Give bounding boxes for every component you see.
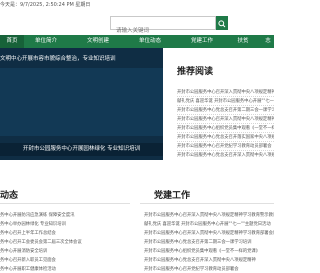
list-item[interactable]: 开封市公园服务中心召开党纪学习教育动员部署会 [144,266,274,272]
nav-item-label: 文明创建 [86,38,109,44]
divider [177,123,274,124]
list-item[interactable]: 开封市公园服务中心党总支召开第二期三会一课学习培训 [177,107,274,113]
recommended-title: 推荐阅读 [177,67,214,77]
list-item[interactable]: 务中心举办园林绿化 专业知识培训 [0,221,130,227]
nav-item-label: 志 [265,38,271,44]
list-item[interactable]: 务中心开展防汛应急演练 保障安全度汛 [0,212,130,218]
banner-slider[interactable]: 文明中心开展市容市貌综合整治，专业知识培训 开封市公园服务中心开展园林绿化 专业… [0,48,163,160]
list-item[interactable]: 开封市公园服务中心组织党员集中观看《一堂不一样的党课》 [144,248,274,254]
divider [177,114,274,115]
list-item[interactable]: 开封市公园服务中心召开深入贯彻中央八项规定精神学习教育部署会议 [177,116,274,122]
divider [140,203,274,204]
nav-item-home[interactable]: 首页 [0,35,24,48]
header [0,9,274,37]
divider [177,141,274,142]
list-item[interactable]: 开封市公园服务中心召开党纪学习教育动员部署会 [177,143,274,149]
list-item[interactable]: 献礼党庆 喜迎华诞 开封市公园服务中心开展""七一""主题党日活动 [177,98,274,104]
list-item[interactable]: 开封市公园服务中心召开深入贯彻中央八项规定精神学习教育部署会议 [144,230,274,236]
nav-item-volunteer[interactable]: 志 [262,35,274,48]
list-item[interactable]: 开封市公园服务中心召开深入贯彻中央八项规定精神学习教育警示教育会 [177,89,274,95]
list-item[interactable]: 开封市公园服务中心召开深入贯彻中央八项规定精神学习教育警示教育会 [144,212,274,218]
divider [177,150,274,151]
list-item[interactable]: 务中心召开新入职员工见面会 [0,257,130,263]
nav-item-about[interactable]: 单位简介 [28,35,64,48]
list-item[interactable]: 务中心开展职工健康体检活动 [0,266,130,272]
main-nav: 首页 单位简介 文明创建 单位动态 党建工作 扶贫 志 [0,35,274,48]
list-item[interactable]: 务中心召开工会委员会第二届三次全体会议 [0,239,130,245]
dynamics-title: 动态 [0,191,19,201]
nav-item-civilization[interactable]: 文明创建 [80,35,116,48]
list-item[interactable]: 务中心开展消防安全培训 [0,248,130,254]
recommended-panel: 推荐阅读 开封市公园服务中心召开深入贯彻中央八项规定精神学习教育警示教育会 献礼… [163,48,274,160]
top-bar: 今天是：9/7/2025, 2:50:24 PM 星期日 [0,0,274,9]
nav-item-label: 扶贫 [237,38,249,44]
banner-image [0,68,163,136]
divider [177,105,274,106]
nav-item-label: 单位动态 [138,38,161,44]
divider [0,203,130,204]
search-button[interactable] [216,16,228,30]
list-item[interactable]: 献礼党庆 喜迎华诞 开封市公园服务中心开展""七一""主题党日活动 [144,221,274,227]
search-box [110,16,216,37]
nav-item-party[interactable]: 党建工作 [184,35,220,48]
divider [177,132,274,133]
list-item[interactable]: 务中心召开上半年工作总结会 [0,230,130,236]
nav-item-label: 首页 [6,38,18,44]
list-item[interactable]: 开封市公园服务中心党总支召开深入贯彻中央八项规定精神学习教育会 [177,152,274,158]
list-item[interactable]: 开封市公园服务中心党总支召开第二期三会一课学习培训 [144,239,274,245]
divider [177,96,274,97]
list-item[interactable]: 开封市公园服务中心党总支召开落实国家中央八项规定精神 [177,134,274,140]
banner-caption[interactable]: 开封市公园服务中心开展园林绿化 专业知识培训 [0,143,163,156]
current-date: 今天是：9/7/2025, 2:50:24 PM 星期日 [0,2,91,8]
banner-top-text: 文明中心开展市容市貌综合整治，专业知识培训 [0,56,116,62]
party-title: 党建工作 [154,191,191,201]
nav-item-poverty[interactable]: 扶贫 [232,35,254,48]
nav-item-news[interactable]: 单位动态 [132,35,168,48]
search-icon [218,20,226,28]
banner-caption-bar: 开封市公园服务中心开展园林绿化 专业知识培训 [0,143,163,156]
nav-item-label: 单位简介 [34,38,57,44]
list-item[interactable]: 开封市公园服务中心组织党员集中观看《一堂不一样的党课》 [177,125,274,131]
list-item[interactable]: 开封市公园服务中心党总支召开深入贯彻中央八项规定精神 [144,257,274,263]
nav-item-label: 党建工作 [190,38,213,44]
